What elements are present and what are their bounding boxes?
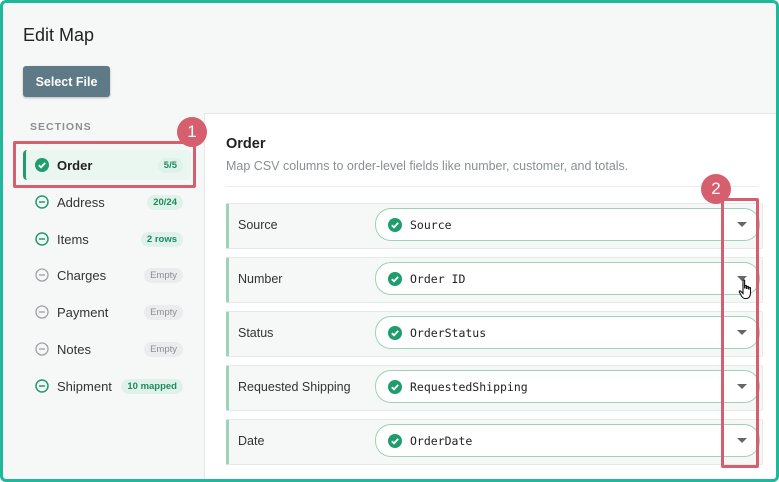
check-circle-icon	[388, 433, 402, 448]
sidebar-item-charges[interactable]: Charges Empty	[23, 260, 191, 290]
field-row-number: Number Order ID	[226, 257, 763, 303]
field-label: Requested Shipping	[238, 380, 351, 394]
minus-circle-icon	[35, 342, 49, 356]
sidebar-item-label: Shipment	[57, 378, 112, 394]
check-circle-icon	[388, 271, 402, 286]
field-row-date: Date OrderDate	[226, 419, 763, 465]
status-badge: 2 rows	[140, 231, 183, 247]
select-value: RequestedShipping	[410, 379, 528, 394]
column-select[interactable]: Source	[375, 208, 760, 241]
minus-circle-icon	[35, 305, 49, 319]
column-select[interactable]: OrderDate	[375, 424, 760, 457]
sidebar-item-label: Payment	[57, 304, 109, 320]
status-badge: Empty	[144, 341, 183, 357]
status-badge: 20/24	[147, 194, 183, 210]
minus-circle-icon	[35, 195, 49, 209]
field-label: Date	[238, 434, 265, 448]
section-title: Order	[226, 136, 266, 152]
sections-heading: SECTIONS	[30, 121, 92, 133]
minus-circle-icon	[35, 268, 49, 282]
select-value: OrderDate	[410, 433, 473, 448]
callout-number-2: 2	[701, 174, 731, 204]
status-badge: 10 mapped	[121, 378, 183, 394]
select-value: OrderStatus	[410, 325, 487, 340]
sidebar-item-shipment[interactable]: Shipment 10 mapped	[23, 371, 191, 401]
sidebar-item-label: Notes	[57, 341, 91, 357]
select-value: Order ID	[410, 271, 466, 286]
column-select[interactable]: RequestedShipping	[375, 370, 760, 403]
callout-box-2	[721, 198, 759, 468]
minus-circle-icon	[35, 379, 49, 393]
sidebar-item-payment[interactable]: Payment Empty	[23, 297, 191, 327]
field-row-requested-shipping: Requested Shipping RequestedShipping	[226, 365, 763, 411]
field-label: Number	[238, 272, 283, 286]
sidebar-item-label: Charges	[57, 267, 107, 283]
order-section-panel: Order Map CSV columns to order-level fie…	[204, 113, 776, 479]
check-circle-icon	[388, 217, 402, 232]
divider	[226, 186, 758, 187]
select-file-button[interactable]: Select File	[23, 66, 110, 97]
sidebar-item-items[interactable]: Items 2 rows	[23, 224, 191, 254]
sidebar-item-label: Items	[57, 231, 89, 247]
select-value: Source	[410, 217, 452, 232]
hand-cursor-icon	[738, 279, 754, 306]
status-badge: Empty	[144, 267, 183, 283]
check-circle-icon	[388, 379, 402, 394]
sidebar-item-label: Address	[57, 194, 105, 210]
field-label: Source	[238, 218, 278, 232]
callout-box-1	[13, 141, 196, 188]
field-row-status: Status OrderStatus	[226, 311, 763, 357]
check-circle-icon	[388, 325, 402, 340]
section-description: Map CSV columns to order-level fields li…	[226, 159, 629, 173]
column-select[interactable]: Order ID	[375, 262, 760, 295]
field-row-source: Source Source	[226, 203, 763, 249]
field-label: Status	[238, 326, 274, 340]
sidebar-item-notes[interactable]: Notes Empty	[23, 334, 191, 364]
column-select[interactable]: OrderStatus	[375, 316, 760, 349]
sidebar-item-address[interactable]: Address 20/24	[23, 187, 191, 217]
minus-circle-icon	[35, 232, 49, 246]
page-title: Edit Map	[23, 25, 95, 45]
callout-number-1: 1	[177, 117, 207, 147]
app-frame: Edit Map Select File SECTIONS Order 5/5 …	[0, 0, 779, 482]
status-badge: Empty	[144, 304, 183, 320]
